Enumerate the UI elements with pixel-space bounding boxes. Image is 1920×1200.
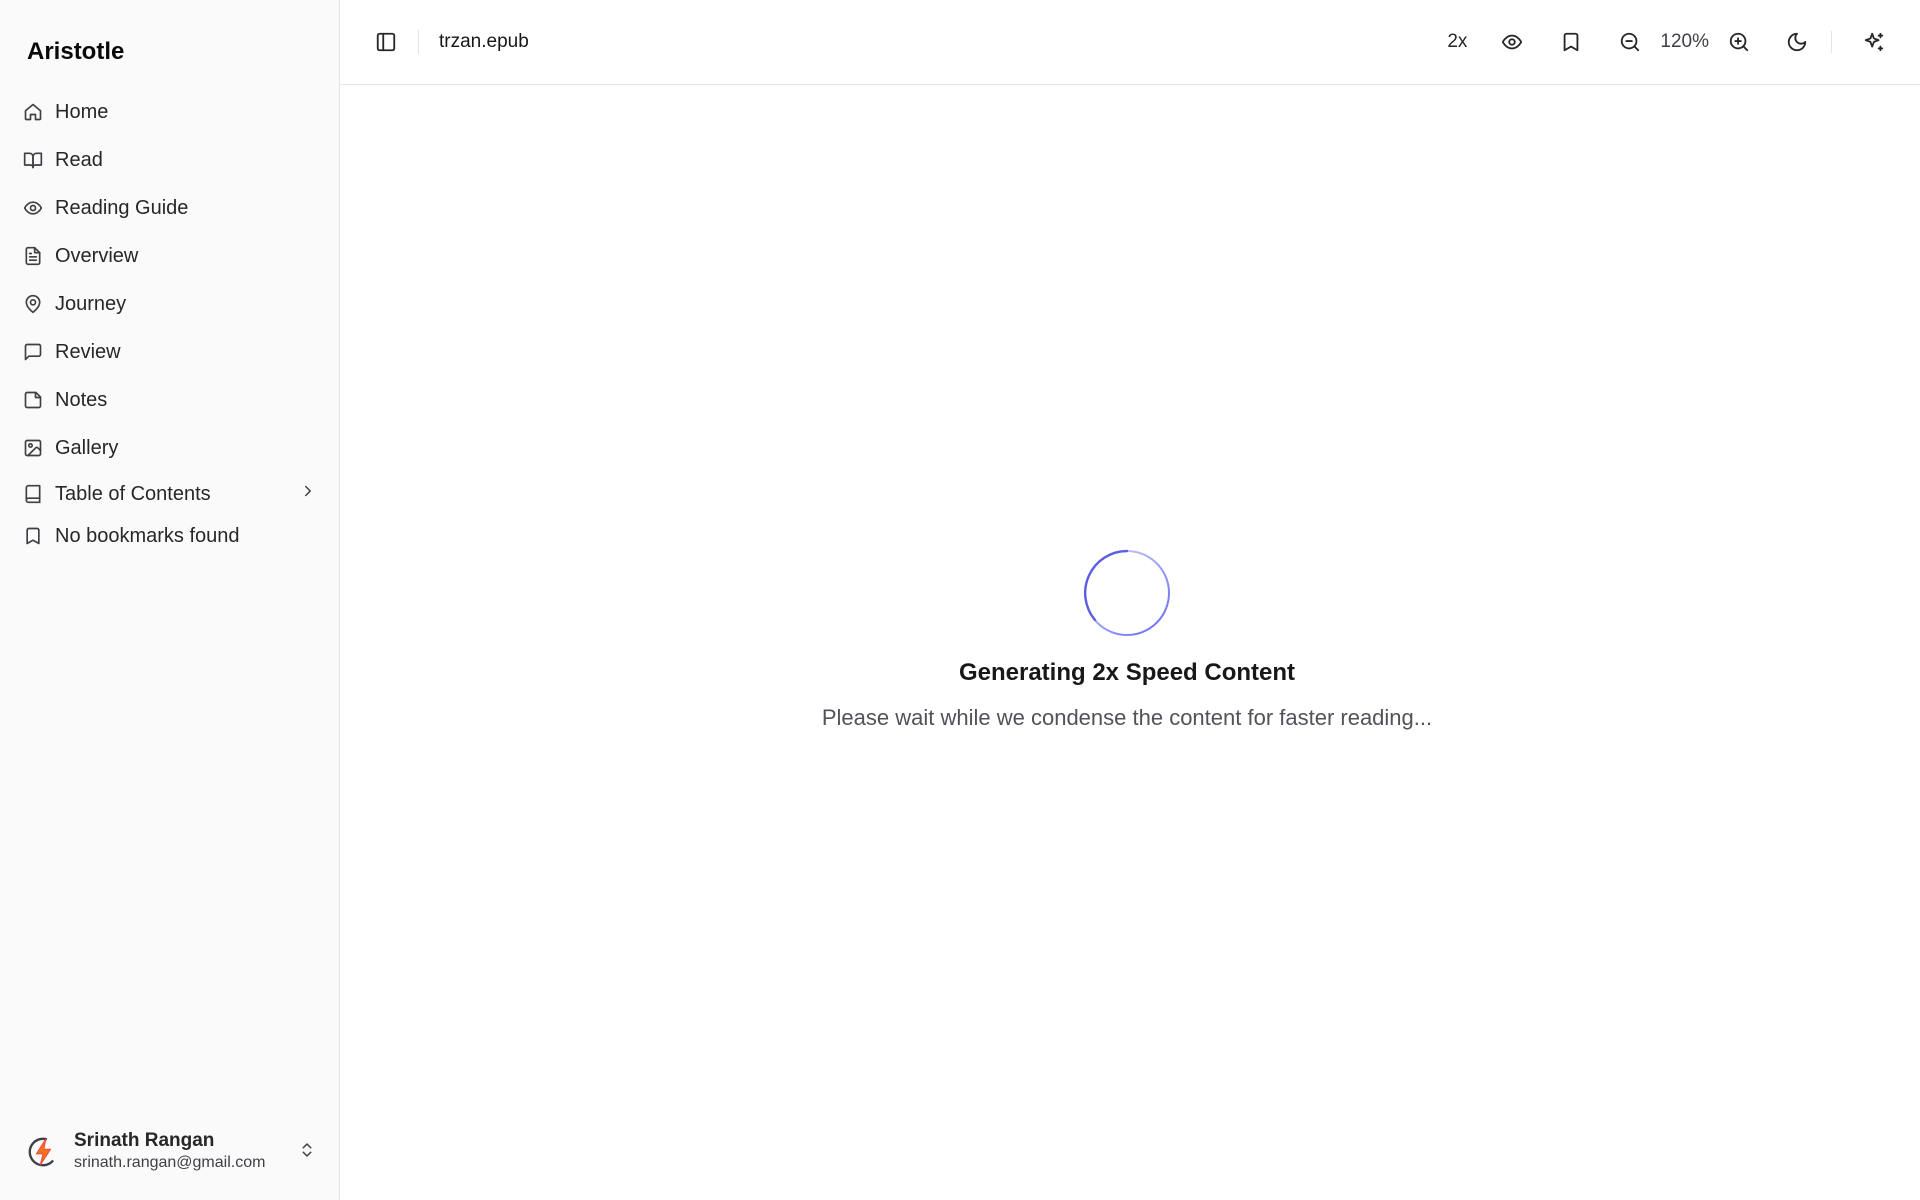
focus-mode-button[interactable]: [1492, 22, 1532, 62]
sidebar-item-gallery[interactable]: Gallery: [22, 424, 339, 472]
eye-icon: [22, 197, 44, 219]
sidebar-item-bookmarks[interactable]: No bookmarks found: [22, 514, 339, 558]
divider: [418, 30, 419, 54]
loading-title: Generating 2x Speed Content: [958, 659, 1296, 686]
user-name: Srinath Rangan: [74, 1130, 215, 1151]
sidebar-item-home[interactable]: Home: [22, 88, 339, 136]
file-name: trzan.epub: [439, 31, 529, 52]
sidebar-item-overview[interactable]: Overview: [22, 232, 339, 280]
sidebar-item-label: Journey: [55, 292, 127, 315]
sidebar-item-label: Overview: [55, 244, 139, 267]
sidebar-item-label: Table of Contents: [55, 482, 211, 505]
sticky-note-icon: [22, 389, 44, 411]
chevron-right-icon[interactable]: [299, 482, 317, 506]
speed-button[interactable]: 2x: [1447, 31, 1467, 53]
chevrons-up-down-icon[interactable]: [298, 1141, 316, 1164]
avatar: [26, 1135, 60, 1169]
ai-assistant-button[interactable]: [1854, 22, 1894, 62]
file-text-icon: [22, 245, 44, 267]
toggle-sidebar-button[interactable]: [366, 22, 406, 62]
zoom-level: 120%: [1660, 31, 1709, 52]
message-square-icon: [22, 341, 44, 363]
sidebar-item-table-of-contents[interactable]: Table of Contents: [22, 474, 339, 514]
home-icon: [22, 101, 44, 123]
sidebar-item-reading-guide[interactable]: Reading Guide: [22, 184, 339, 232]
map-pin-icon: [22, 293, 44, 315]
brand-title: Aristotle: [27, 38, 125, 65]
sidebar-item-label: No bookmarks found: [55, 524, 240, 547]
topbar: trzan.epub 2x 120%: [340, 0, 1920, 85]
book-icon: [22, 483, 44, 505]
sidebar-item-label: Notes: [55, 388, 108, 411]
loading-spinner: [1084, 549, 1170, 636]
zoom-in-button[interactable]: [1719, 22, 1759, 62]
user-menu[interactable]: Srinath Rangan srinath.rangan@gmail.com: [0, 1104, 340, 1200]
image-icon: [22, 437, 44, 459]
sidebar-item-label: Reading Guide: [55, 196, 189, 219]
loading-subtitle: Please wait while we condense the conten…: [821, 705, 1433, 730]
user-info: Srinath Rangan srinath.rangan@gmail.com: [74, 1130, 298, 1174]
book-open-icon: [22, 149, 44, 171]
divider: [1831, 31, 1832, 53]
panel-left-icon: [375, 31, 397, 53]
dark-mode-button[interactable]: [1777, 22, 1817, 62]
main-area: trzan.epub 2x 120% Generating 2x Speed C…: [340, 0, 1920, 1200]
sidebar-item-label: Home: [55, 100, 109, 123]
sidebar: Aristotle Home Read Reading Guide Overvi…: [0, 0, 340, 1200]
sidebar-item-journey[interactable]: Journey: [22, 280, 339, 328]
sidebar-item-notes[interactable]: Notes: [22, 376, 339, 424]
eye-icon: [1501, 31, 1523, 53]
moon-icon: [1786, 31, 1808, 53]
loading-panel: Generating 2x Speed Content Please wait …: [334, 85, 1920, 1200]
sidebar-nav: Home Read Reading Guide Overview Journey…: [0, 88, 339, 558]
sidebar-item-label: Read: [55, 148, 103, 171]
bookmark-icon: [1560, 31, 1582, 53]
sidebar-item-review[interactable]: Review: [22, 328, 339, 376]
bookmark-icon: [22, 525, 44, 547]
user-email: srinath.rangan@gmail.com: [74, 1154, 266, 1171]
app-root: Aristotle Home Read Reading Guide Overvi…: [0, 0, 1920, 1200]
zoom-in-icon: [1728, 31, 1750, 53]
sidebar-item-label: Gallery: [55, 436, 119, 459]
sidebar-item-label: Review: [55, 340, 121, 363]
bookmark-button[interactable]: [1551, 22, 1591, 62]
zoom-out-icon: [1619, 31, 1641, 53]
sidebar-item-read[interactable]: Read: [22, 136, 339, 184]
sparkles-icon: [1863, 31, 1885, 53]
zoom-out-button[interactable]: [1610, 22, 1650, 62]
